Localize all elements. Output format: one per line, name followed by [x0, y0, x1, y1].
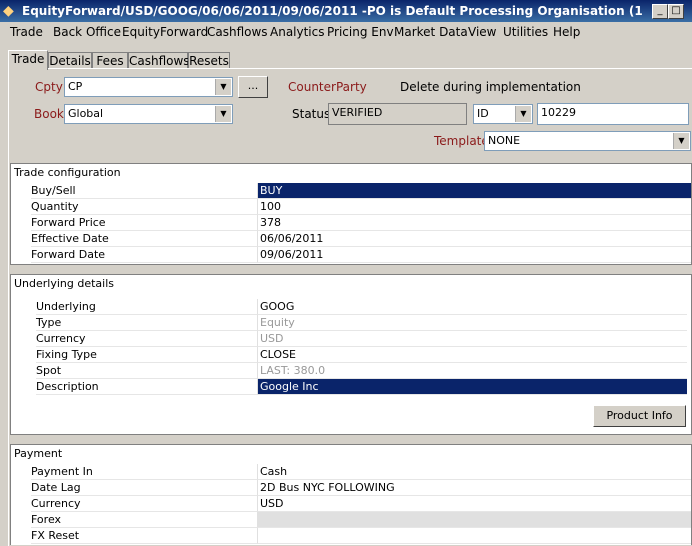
book-label: Book — [34, 107, 64, 121]
fixing-type-value[interactable]: CLOSE — [257, 347, 687, 363]
menu-view[interactable]: View — [468, 25, 496, 39]
tab-resets[interactable]: Resets — [188, 52, 230, 69]
menu-equityforward[interactable]: EquityForward — [122, 25, 208, 39]
menu-analytics[interactable]: Analytics — [270, 25, 325, 39]
trade-configuration-section: Trade configuration Buy/Sell BUY Quantity… — [10, 163, 692, 265]
chevron-down-icon[interactable]: ▼ — [215, 106, 231, 122]
id-type-value: ID — [477, 107, 489, 120]
payment-in-value[interactable]: Cash — [257, 464, 691, 480]
title-bar: ◆ EquityForward/USD/GOOG/06/06/2011/09/0… — [0, 0, 692, 22]
spot-value: LAST: 380.0 — [257, 363, 687, 379]
tab-cashflows[interactable]: Cashflows — [128, 52, 190, 69]
book-combo[interactable]: Global ▼ — [64, 104, 233, 124]
chevron-down-icon[interactable]: ▼ — [673, 133, 689, 149]
menu-pricing-env[interactable]: Pricing Env — [327, 25, 394, 39]
row-key: Payment In — [31, 464, 257, 480]
cpty-value: CP — [68, 80, 83, 93]
menu-bar: Trade Back Office EquityForward Cashflow… — [0, 22, 692, 42]
row-key: Buy/Sell — [31, 183, 257, 199]
row-key: Forex — [31, 512, 257, 528]
counterparty-label: CounterParty — [288, 80, 367, 94]
minimize-button[interactable]: _ — [652, 4, 668, 19]
id-type-combo[interactable]: ID ▼ — [473, 104, 533, 124]
description-value[interactable]: Google Inc — [257, 379, 687, 395]
book-value: Global — [68, 107, 104, 120]
row-key: Forward Date — [31, 247, 257, 263]
fx-reset-value[interactable] — [257, 528, 691, 544]
effective-date-value[interactable]: 06/06/2011 — [257, 231, 691, 247]
menu-trade[interactable]: Trade — [10, 25, 43, 39]
forward-date-value[interactable]: 09/06/2011 — [257, 247, 691, 263]
underlying-details-section: Underlying details Underlying GOOG Type Eq… — [10, 274, 692, 435]
row-key: Effective Date — [31, 231, 257, 247]
section-title: Payment — [14, 447, 63, 460]
date-lag-value[interactable]: 2D Bus NYC FOLLOWING — [257, 480, 691, 496]
forex-value — [257, 512, 691, 528]
menu-back-office[interactable]: Back Office — [53, 25, 121, 39]
row-key: Description — [36, 379, 257, 395]
window-title: EquityForward/USD/GOOG/06/06/2011/09/06/… — [22, 4, 642, 18]
status-label: Status — [292, 107, 331, 121]
currency-value: USD — [257, 331, 687, 347]
row-key: Forward Price — [31, 215, 257, 231]
quantity-value[interactable]: 100 — [257, 199, 691, 215]
row-key: Quantity — [31, 199, 257, 215]
row-key: Type — [36, 315, 257, 331]
cpty-browse-button[interactable]: ... — [238, 76, 268, 98]
row-key: Underlying — [36, 299, 257, 315]
chevron-down-icon[interactable]: ▼ — [515, 106, 531, 122]
section-title: Underlying details — [14, 277, 115, 290]
cpty-label: Cpty — [35, 80, 63, 94]
id-field[interactable]: 10229 — [537, 103, 689, 125]
forward-price-value[interactable]: 378 — [257, 215, 691, 231]
menu-help[interactable]: Help — [553, 25, 580, 39]
app-icon: ◆ — [3, 3, 14, 19]
template-combo[interactable]: NONE ▼ — [484, 131, 691, 151]
section-title: Trade configuration — [14, 166, 121, 179]
tab-fees[interactable]: Fees — [92, 52, 128, 69]
menu-cashflows[interactable]: Cashflows — [207, 25, 268, 39]
template-label: Template — [434, 134, 489, 148]
row-key: Fixing Type — [36, 347, 257, 363]
product-info-button[interactable]: Product Info — [593, 405, 686, 427]
buy-sell-value[interactable]: BUY — [257, 183, 691, 199]
maximize-button[interactable]: □ — [668, 4, 684, 19]
tab-trade[interactable]: Trade — [8, 50, 48, 70]
menu-market-data[interactable]: Market Data — [394, 25, 468, 39]
cpty-combo[interactable]: CP ▼ — [64, 77, 233, 97]
type-value: Equity — [257, 315, 687, 331]
tab-details[interactable]: Details — [48, 52, 92, 69]
template-value: NONE — [488, 134, 521, 147]
row-key: FX Reset — [31, 528, 257, 544]
payment-section: Payment Payment In Cash Date Lag 2D Bus NY… — [10, 444, 692, 545]
payment-currency-value[interactable]: USD — [257, 496, 691, 512]
chevron-down-icon[interactable]: ▼ — [215, 79, 231, 95]
menu-utilities[interactable]: Utilities — [503, 25, 548, 39]
row-key: Date Lag — [31, 480, 257, 496]
row-key: Spot — [36, 363, 257, 379]
counterparty-value: Delete during implementation — [400, 80, 581, 94]
status-field: VERIFIED — [328, 103, 467, 125]
row-key: Currency — [31, 496, 257, 512]
row-key: Currency — [36, 331, 257, 347]
underlying-value[interactable]: GOOG — [257, 299, 687, 315]
